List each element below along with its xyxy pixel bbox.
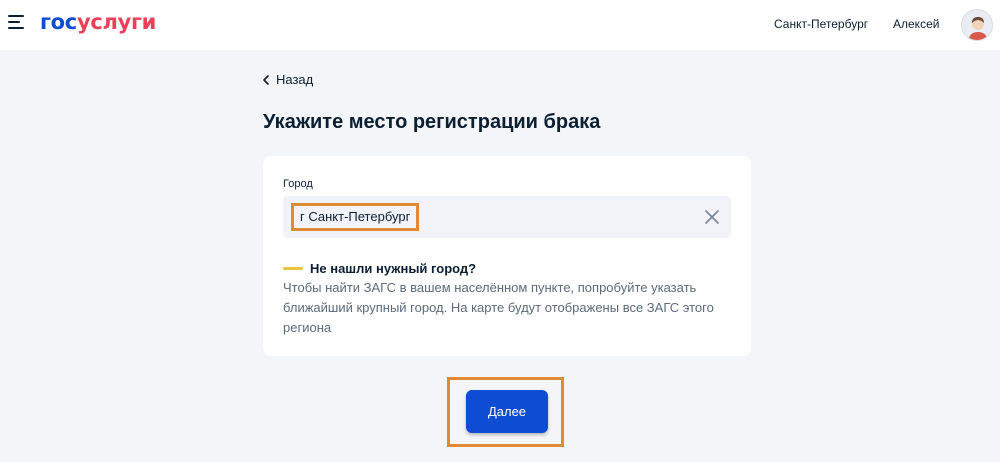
user-avatar-icon[interactable]	[961, 9, 993, 41]
top-header: госуслуги Санкт-Петербург Алексей	[0, 0, 1000, 50]
city-selector[interactable]: Санкт-Петербург	[774, 17, 868, 31]
page-title: Укажите место регистрации брака	[263, 111, 601, 133]
close-icon[interactable]	[704, 209, 720, 225]
city-field-label: Город	[283, 178, 313, 190]
back-label: Назад	[276, 72, 314, 87]
user-name-link[interactable]: Алексей	[893, 17, 939, 31]
chevron-left-icon	[263, 74, 269, 85]
back-link[interactable]: Назад	[262, 72, 313, 87]
city-input[interactable]: г Санкт-Петербург	[283, 196, 731, 238]
city-input-value[interactable]: г Санкт-Петербург	[291, 203, 420, 231]
hint-text: Чтобы найти ЗАГС в вашем населённом пунк…	[283, 280, 714, 335]
gosuslugi-logo[interactable]: госуслуги	[40, 10, 156, 34]
hint-marker	[283, 267, 303, 270]
city-card: Город г Санкт-Петербург Не нашли нужный …	[263, 156, 751, 356]
hint-title: Не нашли нужный город?	[310, 261, 477, 276]
next-button[interactable]: Далее	[466, 390, 548, 433]
burger-menu-icon[interactable]	[8, 15, 24, 29]
